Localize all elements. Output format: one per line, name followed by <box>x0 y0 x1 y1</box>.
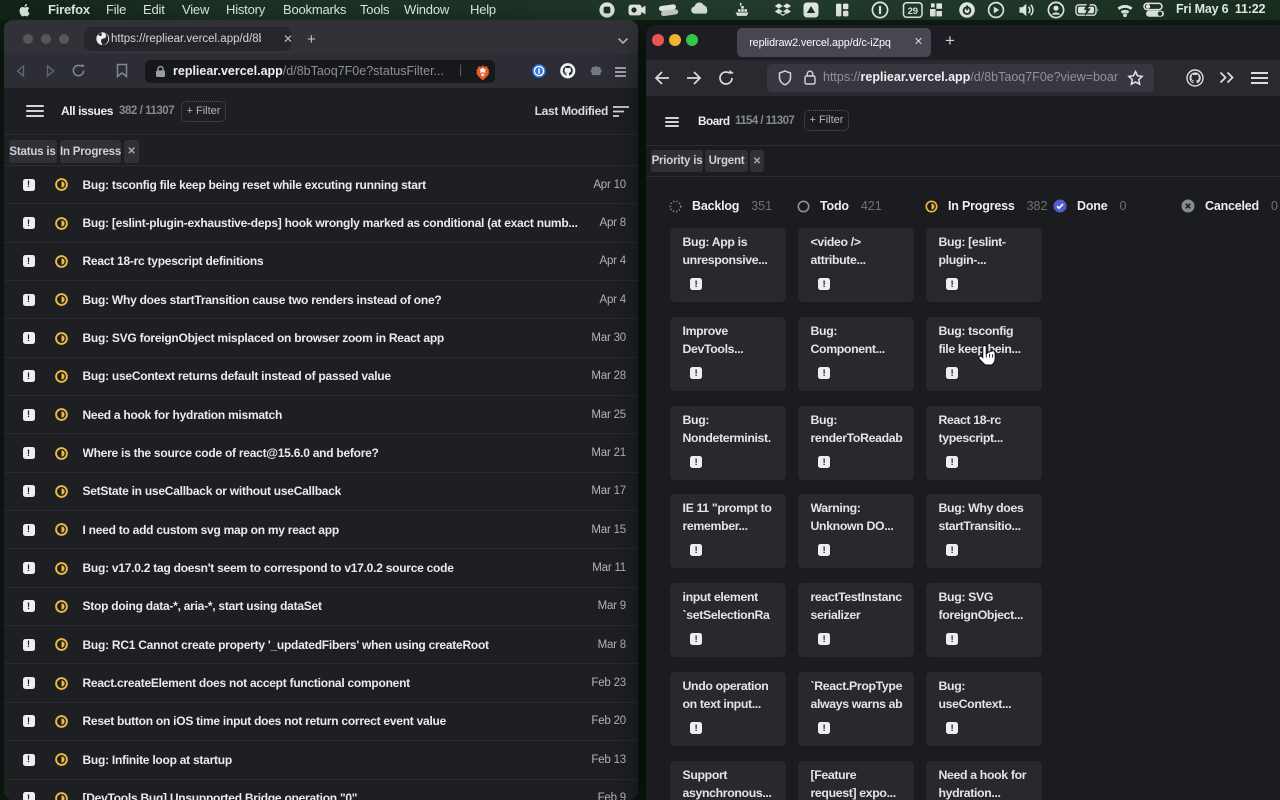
svg-text:29: 29 <box>908 6 918 17</box>
